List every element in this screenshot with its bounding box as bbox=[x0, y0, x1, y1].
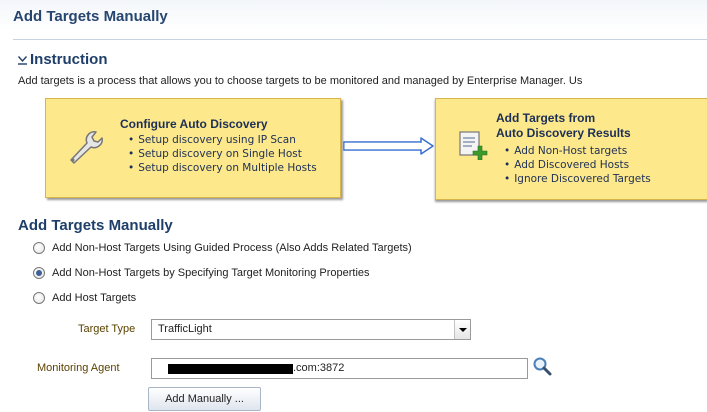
instruction-text: Add targets is a process that allows you… bbox=[18, 75, 583, 87]
monitoring-agent-label: Monitoring Agent bbox=[37, 362, 120, 374]
section-heading: Add Targets Manually bbox=[18, 217, 173, 234]
step2-title-line2: Auto Discovery Results bbox=[496, 126, 631, 140]
radio-button[interactable] bbox=[33, 292, 45, 304]
redacted-hostname bbox=[168, 364, 293, 374]
radio-label: Add Non-Host Targets by Specifying Targe… bbox=[52, 267, 370, 279]
wrench-icon bbox=[70, 131, 103, 164]
instruction-heading[interactable]: Instruction bbox=[30, 51, 108, 68]
list-item: Setup discovery using IP Scan bbox=[128, 133, 317, 147]
radio-button[interactable] bbox=[33, 242, 45, 254]
radio-monitoring-properties[interactable]: Add Non-Host Targets by Specifying Targe… bbox=[33, 265, 370, 281]
right-arrow-icon bbox=[343, 137, 434, 155]
add-from-discovery-box: Add Targets from Auto Discovery Results … bbox=[435, 98, 707, 200]
add-document-icon bbox=[459, 131, 488, 160]
collapse-arrow-icon[interactable] bbox=[17, 54, 28, 65]
step2-list: Add Non-Host targets Add Discovered Host… bbox=[504, 144, 651, 186]
configure-auto-discovery-box: Configure Auto Discovery Setup discovery… bbox=[45, 98, 341, 198]
target-type-value: TrafficLight bbox=[158, 323, 212, 335]
step1-list: Setup discovery using IP Scan Setup disc… bbox=[128, 133, 317, 175]
step1-title: Configure Auto Discovery bbox=[120, 117, 268, 131]
radio-button-selected[interactable] bbox=[33, 267, 45, 279]
monitoring-agent-input[interactable]: .com:3872 bbox=[151, 358, 528, 379]
radio-label: Add Non-Host Targets Using Guided Proces… bbox=[52, 242, 412, 254]
add-manually-button[interactable]: Add Manually ... bbox=[148, 387, 261, 411]
step2-title-line1: Add Targets from bbox=[496, 111, 596, 125]
radio-host-targets[interactable]: Add Host Targets bbox=[33, 290, 136, 306]
search-icon[interactable] bbox=[532, 356, 552, 376]
page-title: Add Targets Manually bbox=[13, 8, 168, 25]
target-type-select[interactable]: TrafficLight bbox=[151, 319, 471, 340]
agent-port: .com:3872 bbox=[293, 362, 345, 374]
radio-guided-process[interactable]: Add Non-Host Targets Using Guided Proces… bbox=[33, 240, 412, 256]
list-item: Setup discovery on Multiple Hosts bbox=[128, 161, 317, 175]
list-item: Add Discovered Hosts bbox=[504, 158, 651, 172]
list-item: Setup discovery on Single Host bbox=[128, 147, 317, 161]
target-type-label: Target Type bbox=[78, 323, 136, 335]
page-header: Add Targets Manually bbox=[0, 0, 707, 31]
radio-label: Add Host Targets bbox=[52, 292, 137, 304]
list-item: Add Non-Host targets bbox=[504, 144, 651, 158]
chevron-down-icon[interactable] bbox=[454, 320, 470, 339]
list-item: Ignore Discovered Targets bbox=[504, 172, 651, 186]
header-divider bbox=[13, 39, 707, 40]
